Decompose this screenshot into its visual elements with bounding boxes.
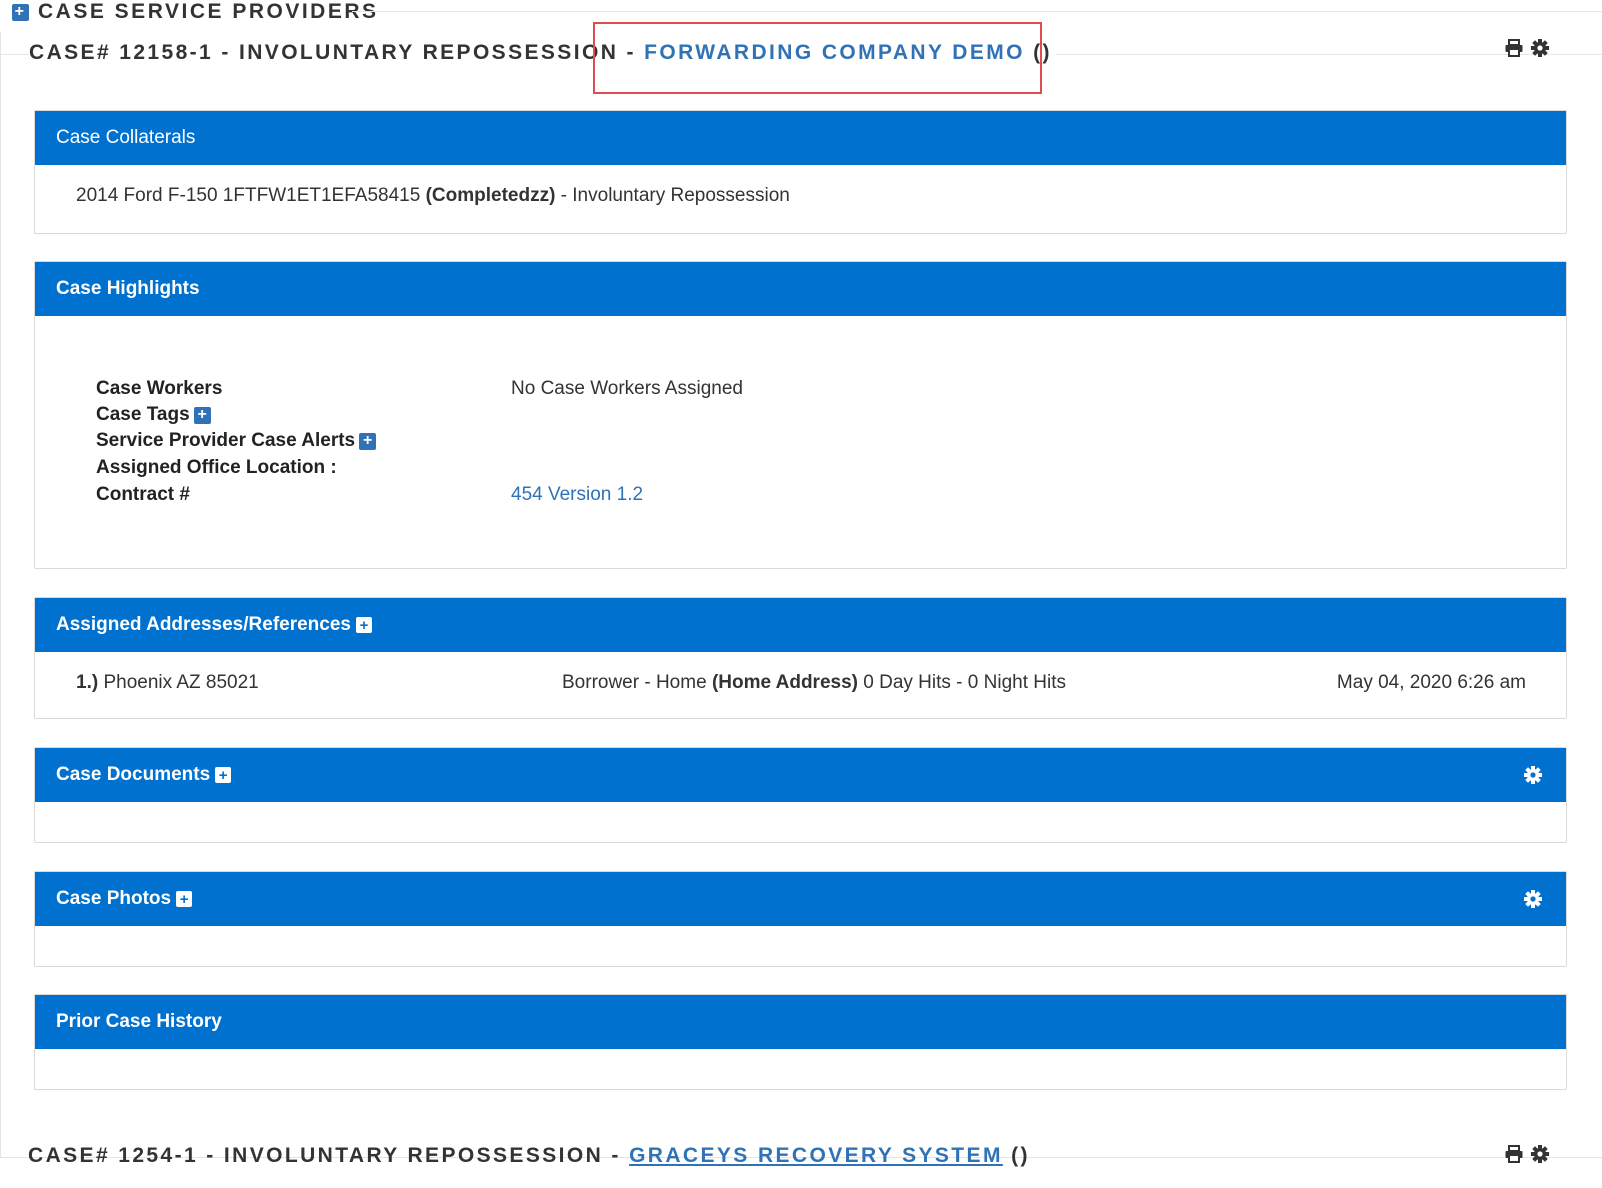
highlight-label: Case Tags xyxy=(96,404,190,425)
highlights-title: Case Highlights xyxy=(56,278,200,299)
address-role: Borrower - Home xyxy=(562,672,707,693)
address-index: 1.) xyxy=(76,672,99,693)
address-type: (Home Address) xyxy=(711,672,858,693)
print-icon[interactable] xyxy=(1504,1144,1524,1164)
collaterals-header: Case Collaterals xyxy=(35,111,1566,165)
highlight-row-contract: Contract # 454 Version 1.2 xyxy=(96,482,643,508)
address-details: Borrower - Home (Home Address) 0 Day Hit… xyxy=(562,672,1066,694)
gear-icon[interactable] xyxy=(1523,765,1543,785)
highlights-panel: Case Highlights Case Workers No Case Wor… xyxy=(34,261,1567,569)
contract-link[interactable]: 454 Version 1.2 xyxy=(511,484,643,506)
highlight-label: Service Provider Case Alerts xyxy=(96,430,356,451)
add-case-tag-icon[interactable]: + xyxy=(193,406,211,424)
collaterals-title: Case Collaterals xyxy=(56,127,196,148)
highlight-row-alerts: Service Provider Case Alerts + xyxy=(96,428,377,454)
highlight-row-case-tags: Case Tags + xyxy=(96,402,211,428)
case-toolbar xyxy=(1504,38,1550,58)
addresses-title: Assigned Addresses/References xyxy=(56,614,351,635)
history-panel: Prior Case History xyxy=(34,994,1567,1090)
address-city: Phoenix AZ 85021 xyxy=(103,672,259,693)
photos-panel: Case Photos + xyxy=(34,871,1567,967)
add-document-icon[interactable]: + xyxy=(215,767,232,783)
gear-icon[interactable] xyxy=(1523,889,1543,909)
highlight-label: Assigned Office Location : xyxy=(96,457,337,478)
highlight-row-case-workers: Case Workers No Case Workers Assigned xyxy=(96,376,743,402)
highlight-value: No Case Workers Assigned xyxy=(511,378,743,399)
gear-icon[interactable] xyxy=(1530,38,1550,58)
address-hits: 0 Day Hits - 0 Night Hits xyxy=(863,672,1066,693)
highlight-annotation xyxy=(593,22,1042,94)
address-location[interactable]: 1.) Phoenix AZ 85021 xyxy=(76,672,259,694)
highlights-header: Case Highlights xyxy=(35,262,1566,316)
photos-header: Case Photos + xyxy=(35,872,1566,926)
add-alert-icon[interactable]: + xyxy=(359,432,377,450)
case-title-prefix: CASE# 12158-1 - INVOLUNTARY REPOSSESSION… xyxy=(29,41,636,64)
history-header: Prior Case History xyxy=(35,995,1566,1049)
print-icon[interactable] xyxy=(1504,38,1524,58)
documents-header: Case Documents + xyxy=(35,748,1566,802)
addresses-panel: Assigned Addresses/References + 1.) Phoe… xyxy=(34,597,1567,719)
photos-title: Case Photos xyxy=(56,888,172,909)
next-provider-link[interactable]: GRACEYS RECOVERY SYSTEM xyxy=(629,1144,1003,1167)
next-provider-suffix: () xyxy=(1011,1144,1030,1167)
section-header: + CASE SERVICE PROVIDERS xyxy=(12,0,379,24)
documents-title: Case Documents xyxy=(56,764,211,785)
next-case-title-prefix: CASE# 1254-1 - INVOLUNTARY REPOSSESSION … xyxy=(28,1144,621,1167)
collateral-vehicle: 2014 Ford F-150 1FTFW1ET1EFA58415 xyxy=(76,185,421,206)
add-photo-icon[interactable]: + xyxy=(176,891,193,907)
documents-panel: Case Documents + xyxy=(34,747,1567,843)
highlight-row-office: Assigned Office Location : xyxy=(96,455,337,481)
add-address-icon[interactable]: + xyxy=(355,617,372,633)
collateral-type: - Involuntary Repossession xyxy=(560,185,790,206)
collateral-status: (Completedzz) xyxy=(425,185,556,206)
addresses-header: Assigned Addresses/References + xyxy=(35,598,1566,652)
next-case-toolbar xyxy=(1504,1144,1550,1164)
next-case-title: CASE# 1254-1 - INVOLUNTARY REPOSSESSION … xyxy=(28,1144,1030,1174)
address-date: May 04, 2020 6:26 am xyxy=(1336,672,1526,693)
gear-icon[interactable] xyxy=(1530,1144,1550,1164)
history-title: Prior Case History xyxy=(56,1011,222,1032)
highlight-label: Contract # xyxy=(96,484,190,505)
section-title: CASE SERVICE PROVIDERS xyxy=(38,0,379,23)
collateral-item: 2014 Ford F-150 1FTFW1ET1EFA58415 (Compl… xyxy=(76,185,790,207)
divider xyxy=(352,11,1602,12)
plus-square-icon[interactable]: + xyxy=(12,3,29,21)
collaterals-panel: Case Collaterals 2014 Ford F-150 1FTFW1E… xyxy=(34,110,1567,234)
highlight-label: Case Workers xyxy=(96,378,223,399)
